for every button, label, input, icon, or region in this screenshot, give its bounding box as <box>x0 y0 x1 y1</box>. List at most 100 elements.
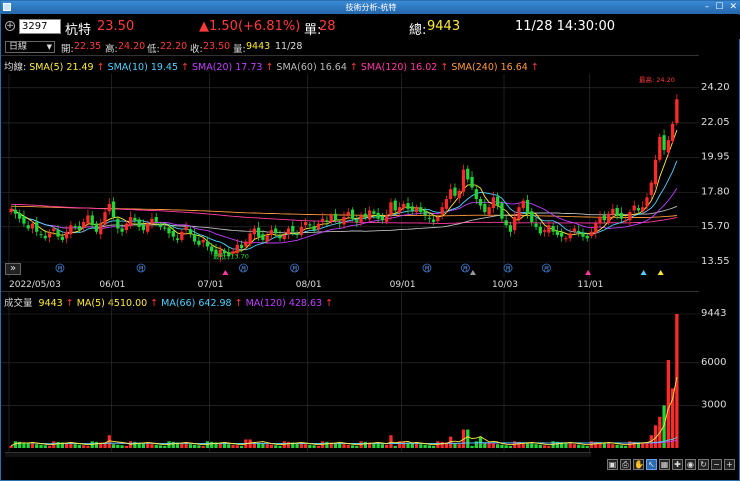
period-select[interactable]: 日線 ▼ <box>5 41 55 53</box>
volume-bar <box>86 445 90 448</box>
triangle-marker-icon <box>469 270 476 275</box>
candle-body <box>52 228 56 231</box>
volume-bar <box>419 444 423 448</box>
crosshair-icon[interactable]: ✚ <box>672 459 683 470</box>
refresh-icon[interactable]: ↻ <box>698 459 709 470</box>
close-icon[interactable]: ✕ <box>729 2 737 12</box>
candle-body <box>675 99 679 123</box>
horizontal-scrollbar[interactable] <box>5 452 591 457</box>
candle-body <box>636 208 641 211</box>
volume-bar <box>316 445 321 448</box>
candle-body <box>658 136 662 160</box>
volume-bar <box>77 444 82 448</box>
candle-body <box>47 233 52 238</box>
price-chart[interactable]: 最高: 24.20 最低: 13.70 月 月 月 月 月 月 月 月 <box>1 56 699 278</box>
candle-body <box>18 212 22 219</box>
candle-body <box>167 227 171 234</box>
volume-bar <box>193 444 197 448</box>
open-label: 開: <box>61 44 74 55</box>
candle-body <box>440 207 444 215</box>
minimize-icon[interactable]: – <box>705 2 710 12</box>
maximize-icon[interactable]: ☐ <box>715 2 723 12</box>
quote-bar: + 3297 杭特 23.50 ▲1.50(+6.81%) 單: 28 總: 9… <box>1 15 740 39</box>
candle-body <box>547 225 551 233</box>
volume-bar <box>150 444 154 448</box>
candle-body <box>210 246 214 252</box>
candle-body <box>257 227 261 237</box>
date-axis-tick: 06/01 <box>99 280 125 290</box>
grid-icon[interactable]: ▦ <box>659 459 670 470</box>
event-marker-label: 月 <box>57 266 63 273</box>
print-icon[interactable]: ⎙ <box>620 459 631 470</box>
candle-body <box>355 220 359 222</box>
cursor-icon[interactable]: ↖ <box>646 459 657 470</box>
chart-window: 技術分析-杭特 – ☐ ✕ + 3297 杭特 23.50 ▲1.50(+6.8… <box>0 0 740 481</box>
candle-body <box>419 207 423 213</box>
volume-bar <box>619 445 624 448</box>
candle-body <box>111 201 116 218</box>
candle-body <box>495 196 500 206</box>
candle-body <box>252 228 257 235</box>
candle-body <box>363 213 367 218</box>
total-volume-value: 9443 <box>427 19 461 34</box>
volume-bar <box>286 441 291 448</box>
candle-body <box>594 223 598 234</box>
price-change: ▲1.50(+6.81%) <box>199 19 301 34</box>
volume-bar <box>43 445 47 448</box>
candle-body <box>265 235 269 242</box>
candle-body <box>487 207 491 215</box>
candle-body <box>158 224 163 227</box>
zoom-out-icon[interactable]: − <box>711 459 722 470</box>
triangle-marker-icon <box>222 270 229 275</box>
expand-icon[interactable]: » <box>5 263 21 275</box>
volume-bar <box>457 444 461 448</box>
volume-bar <box>73 444 77 448</box>
volume-bar <box>265 444 269 448</box>
candle-body <box>598 217 602 224</box>
title-bar: 技術分析-杭特 – ☐ ✕ <box>1 1 740 14</box>
candle-body <box>517 207 521 220</box>
volume-bar <box>312 445 316 448</box>
stock-code-input[interactable]: 3297 <box>19 19 61 34</box>
low-value: 22.20 <box>160 41 188 52</box>
candle-body <box>128 217 133 227</box>
event-marker-label: 月 <box>424 266 430 273</box>
candle-body <box>73 226 77 228</box>
volume-bar <box>500 444 504 448</box>
candle-body <box>274 228 278 234</box>
price-axis: 24.20 22.05 19.95 17.80 15.70 13.55 <box>701 82 730 267</box>
candle-body <box>278 235 282 239</box>
candle-body <box>359 215 363 222</box>
candle-body <box>393 200 397 211</box>
volume-bar <box>274 445 278 448</box>
volume-bar <box>26 443 30 448</box>
date-axis-tick: 09/01 <box>390 280 416 290</box>
volume-bar <box>530 443 534 448</box>
candle-body <box>376 212 380 219</box>
price-axis-tick: 19.95 <box>701 151 730 162</box>
volume-bar <box>350 445 355 448</box>
volume-bar <box>184 443 188 448</box>
save-icon[interactable]: ▣ <box>607 459 618 470</box>
volume-bar <box>9 445 13 448</box>
volume-bar <box>538 444 542 448</box>
zoom-in-icon[interactable]: + <box>724 459 735 470</box>
date-axis: 2022/05/03 06/01 07/01 08/01 09/01 10/03 11/01 <box>9 280 603 290</box>
price-axis-tick: 22.05 <box>701 117 730 128</box>
volume-bar <box>376 443 380 448</box>
add-icon[interactable]: + <box>5 21 15 31</box>
candle-body <box>350 209 355 219</box>
candle-body <box>90 215 94 226</box>
volume-panel[interactable]: 成交量 9443 ↑ MA(5) 4510.00 ↑ MA(66) 642.98 ↑ MA(… <box>1 291 699 452</box>
price-panel[interactable]: 均線: SMA(5) 21.49 ↑ SMA(10) 19.45 ↑ SMA(20) 17… <box>1 55 699 278</box>
hand-icon[interactable]: ✋ <box>633 459 644 470</box>
volume-chart[interactable] <box>1 292 699 452</box>
candle-body <box>299 226 303 236</box>
candle-body <box>611 208 615 215</box>
candle-body <box>154 217 158 222</box>
event-marker-label: 月 <box>292 266 298 273</box>
stock-name: 杭特 <box>65 23 92 38</box>
eye-icon[interactable]: ◉ <box>685 459 696 470</box>
candle-body <box>406 203 410 209</box>
volume-bar <box>124 445 128 448</box>
